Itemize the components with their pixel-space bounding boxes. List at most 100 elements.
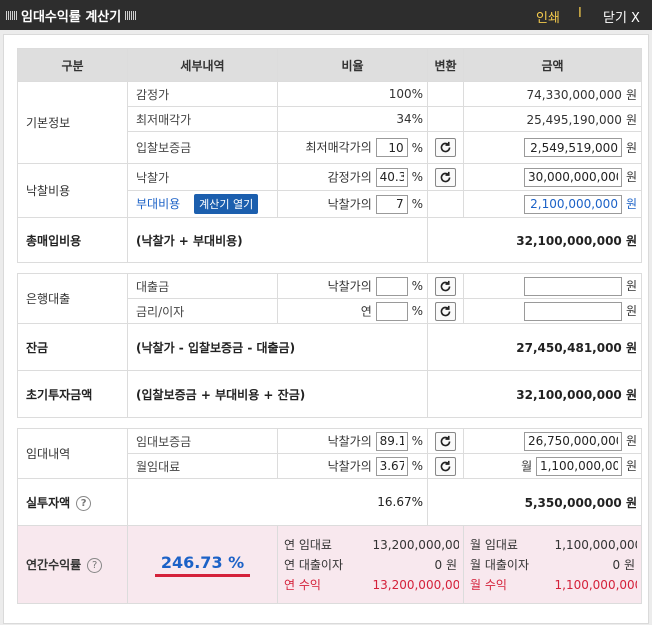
ratio-bid-cell: 감정가의 % [277, 163, 428, 191]
grip-icon [6, 10, 17, 20]
formula-total-purchase: (낙찰가 + 부대비용) [127, 217, 428, 263]
ratio-prefix: 감정가의 [327, 170, 372, 184]
refresh-icon[interactable] [435, 431, 456, 451]
formula-initial: (입찰보증금 + 부대비용 + 잔금) [127, 370, 428, 418]
spacer [17, 417, 642, 429]
calculator-body: 구분 세부내역 비율 변환 금액 기본정보 감정가 100% 74,330,00… [17, 48, 642, 619]
annual-rent-value: 13,200,000,000 원 [372, 538, 460, 552]
monthly-breakdown: 월 임대료 1,100,000,000 원 월 대출이자 0 원 월 수익 1,100… [468, 535, 637, 595]
breakdown-row: 월 임대료 1,100,000,000 원 [468, 535, 637, 555]
amount-min-bid: 25,495,190,000 [526, 112, 622, 127]
ratio-monthly-cell: 낙찰가의 % [277, 453, 428, 479]
print-link[interactable]: 인쇄 [536, 7, 560, 26]
bid-ratio-input[interactable] [375, 167, 408, 187]
amount-extra-cell: 원 [463, 190, 642, 218]
ratio-extra-cell: 낙찰가의 % [277, 190, 428, 218]
title-bar: 임대수익률 계산기 인쇄 I 닫기 X [0, 0, 652, 30]
monthly-ratio-input[interactable] [375, 456, 408, 476]
loan-ratio-input[interactable] [375, 276, 408, 296]
ratio-prefix: 연 [360, 304, 372, 318]
deposit-amount-input[interactable] [523, 138, 622, 157]
rate-amount-input[interactable] [523, 301, 622, 321]
rate-ratio-input[interactable] [375, 301, 408, 321]
ratio-prefix: 낙찰가의 [327, 459, 372, 473]
ratio-prefix: 낙찰가의 [327, 434, 372, 448]
annual-interest-label: 연 대출이자 [284, 558, 344, 572]
won-unit: 원 [625, 459, 637, 473]
section-label-actual: 실투자액 [26, 495, 71, 510]
ratio-prefix: 낙찰가의 [327, 279, 372, 293]
table-row: 잔금 (낙찰가 - 입찰보증금 - 대출금) 27,450,481,000 원 [17, 323, 642, 371]
loan-amount-input[interactable] [523, 276, 622, 296]
breakdown-row: 연 대출이자 0 원 [282, 555, 459, 575]
section-label-initial: 초기투자금액 [17, 370, 128, 418]
help-icon[interactable]: ? [87, 558, 103, 573]
section-label-yield: 연간수익률 [26, 558, 82, 572]
breakdown-row: 월 대출이자 0 원 [468, 555, 637, 575]
ratio-appraisal: 100% [277, 81, 428, 107]
won-unit: 원 [625, 304, 637, 318]
rent-deposit-amount-input[interactable] [523, 431, 622, 451]
convert-cell-empty [427, 106, 464, 132]
row-label-monthly-rent: 월임대료 [127, 453, 278, 479]
ratio-prefix: 최저매각가의 [305, 140, 372, 155]
table-row: 실투자액? 16.67% 5,350,000,000 원 [17, 478, 642, 526]
extra-ratio-input[interactable] [375, 194, 408, 214]
annual-interest-value: 0 원 [434, 558, 458, 572]
section-label-bid-cost: 낙찰비용 [17, 163, 128, 218]
rent-deposit-ratio-input[interactable] [375, 431, 408, 451]
section-label-loan: 은행대출 [17, 273, 128, 324]
help-icon[interactable]: ? [76, 495, 92, 511]
percent-unit: % [411, 197, 423, 211]
spacer-row [17, 417, 642, 429]
monthly-income-label: 월 수익 [470, 578, 507, 592]
refresh-icon[interactable] [435, 456, 456, 476]
amount-balance: 27,450,481,000 원 [427, 323, 642, 371]
section-label-total-purchase: 총매입비용 [17, 217, 128, 263]
monthly-amount-input[interactable] [535, 456, 622, 476]
annual-income-label: 연 수익 [284, 578, 321, 592]
calculator-panel: 구분 세부내역 비율 변환 금액 기본정보 감정가 100% 74,330,00… [3, 34, 649, 624]
breakdown-row: 연 수익 13,200,000,000 원 [282, 575, 459, 595]
header-ratio: 비율 [277, 48, 428, 82]
header-row: 구분 세부내역 비율 변환 금액 [17, 48, 642, 82]
row-label-min-bid: 최저매각가 [127, 106, 278, 132]
refresh-icon[interactable] [435, 167, 456, 187]
annual-breakdown: 연 임대료 13,200,000,000 원 연 대출이자 0 원 연 수익 13,2… [282, 535, 459, 595]
ratio-rent-deposit-cell: 낙찰가의 % [277, 428, 428, 454]
open-calculator-button[interactable]: 계산기 열기 [194, 194, 259, 214]
spacer [17, 262, 642, 274]
won-unit: 원 [625, 140, 637, 155]
table-row: 총매입비용 (낙찰가 + 부대비용) 32,100,000,000 원 [17, 217, 642, 263]
convert-cell [427, 453, 464, 479]
monthly-breakdown-cell: 월 임대료 1,100,000,000 원 월 대출이자 0 원 월 수익 1,100… [463, 525, 642, 604]
refresh-icon[interactable] [435, 276, 456, 296]
close-button[interactable]: 닫기 X [603, 7, 640, 26]
annual-income-value: 13,200,000,000 원 [372, 578, 460, 592]
calculator-table: 구분 세부내역 비율 변환 금액 기본정보 감정가 100% 74,330,00… [17, 48, 642, 604]
row-label-rent-deposit: 임대보증금 [127, 428, 278, 454]
ratio-actual: 16.67% [127, 478, 428, 526]
deposit-ratio-input[interactable] [375, 138, 408, 157]
refresh-icon[interactable] [435, 138, 456, 157]
window-title: 임대수익률 계산기 [21, 9, 122, 25]
header-detail: 세부내역 [127, 48, 278, 82]
yield-value-cell: 246.73 % [127, 525, 278, 604]
convert-cell [427, 273, 464, 299]
monthly-income-value: 1,100,000,000 원 [554, 578, 638, 592]
extra-amount-input[interactable] [523, 194, 622, 214]
ratio-loan-cell: 낙찰가의 % [277, 273, 428, 299]
won-unit: 원 [625, 279, 637, 293]
section-label-basic: 기본정보 [17, 81, 128, 164]
breakdown-row: 연 임대료 13,200,000,000 원 [282, 535, 459, 555]
row-label-bid: 낙찰가 [127, 163, 278, 191]
convert-cell [427, 163, 464, 191]
bid-amount-input[interactable] [523, 167, 622, 187]
header-category: 구분 [17, 48, 128, 82]
ratio-deposit-cell: 최저매각가의 % [277, 131, 428, 164]
amount-appraisal: 74,330,000,000 [526, 87, 622, 102]
table-row: 낙찰비용 낙찰가 감정가의 % 원 [17, 163, 642, 218]
refresh-icon[interactable] [435, 301, 456, 321]
won-unit: 원 [625, 434, 637, 448]
section-label-yield-cell: 연간수익률? [17, 525, 128, 604]
